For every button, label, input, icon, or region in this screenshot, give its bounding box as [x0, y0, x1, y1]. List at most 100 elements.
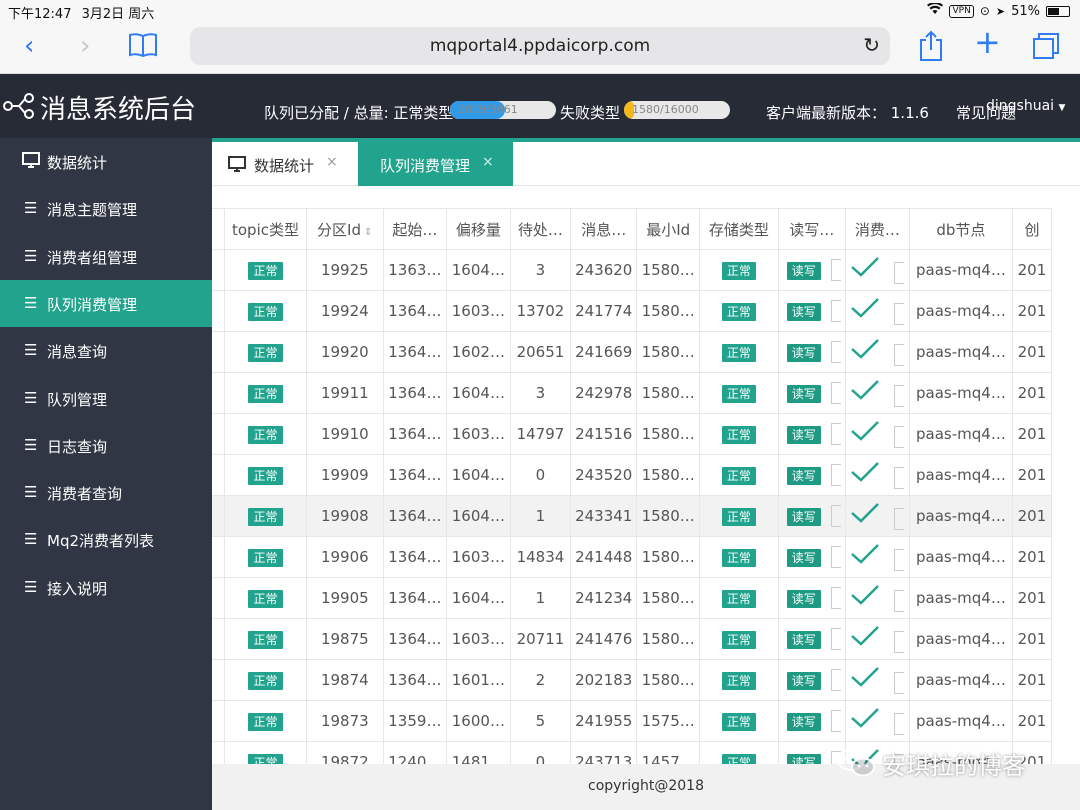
edit-box-icon[interactable]	[894, 672, 905, 695]
db-node-cell: paas-mq4…	[908, 290, 1013, 332]
offset-cell: 1603…	[445, 413, 511, 455]
edit-box-icon[interactable]	[894, 385, 905, 408]
monitor-icon	[22, 152, 40, 172]
list-icon: ☰	[24, 483, 38, 502]
table-row[interactable]: … 正常 199111364…1604…32429781580… 正常 读写 paas-m…	[212, 372, 1053, 414]
sidebar-item[interactable]: ☰ Mq2消费者列表	[0, 516, 212, 563]
read-write-toggle[interactable]	[830, 464, 841, 486]
column-header[interactable]: 最小Id	[636, 208, 700, 250]
sidebar-item-label: 日志查询	[47, 437, 108, 456]
normal-progress-text: 2009/3861	[458, 103, 518, 116]
sidebar-item[interactable]: ☰ 消息查询	[0, 327, 212, 374]
new-tab-icon[interactable]: +	[974, 26, 1001, 58]
column-header[interactable]: 消息…	[570, 208, 638, 250]
bookmarks-icon[interactable]	[128, 32, 158, 62]
close-icon[interactable]: ×	[482, 154, 494, 170]
address-bar[interactable]: mqportal4.ppdaicorp.com ↻	[190, 27, 890, 65]
read-write-toggle[interactable]	[830, 628, 841, 650]
queue-table-container[interactable]: 者topic类型分区Id ⇕ 起始… 偏移量待处…消息…最小Id 存储类型读写…消费……	[212, 208, 1080, 764]
sidebar-item[interactable]: ☰ 消息主题管理	[0, 185, 212, 232]
table-row[interactable]: … 正常 198731359…1600…52419551575… 正常 读写 paas-m…	[212, 700, 1053, 742]
read-write-toggle[interactable]	[830, 382, 841, 404]
sidebar-item-label: 数据统计	[47, 154, 108, 172]
read-write-toggle[interactable]	[830, 505, 841, 527]
column-header[interactable]: 偏移量	[445, 208, 511, 250]
edit-box-icon[interactable]	[894, 262, 905, 285]
sidebar-item[interactable]: 数据统计	[0, 138, 212, 185]
column-header-label: 起始…	[392, 220, 438, 239]
edit-box-icon[interactable]	[894, 713, 905, 736]
start-offset-cell: 1240…	[382, 741, 447, 764]
db-node-cell: paas-mq4…	[908, 454, 1013, 496]
column-header[interactable]: 消费…	[844, 208, 910, 250]
read-write-toggle[interactable]	[830, 710, 841, 732]
table-row[interactable]: … 正常 199201364…1602…206512416691580… 正常 读写 pa…	[212, 331, 1053, 373]
read-write-toggle[interactable]	[830, 259, 841, 281]
column-header[interactable]: 待处…	[509, 208, 572, 250]
edit-box-icon[interactable]	[894, 303, 905, 326]
check-icon	[850, 461, 880, 487]
table-row[interactable]: … 正常 199061364…1603…148342414481580… 正常 读写 pa…	[212, 536, 1053, 578]
close-icon[interactable]: ×	[326, 154, 338, 170]
table-row[interactable]: … 正常 199081364…1604…12433411580… 正常 读写 paas-m…	[212, 495, 1053, 537]
column-header[interactable]: 读写…	[777, 208, 846, 250]
sidebar-item[interactable]: ☰ 队列管理	[0, 375, 212, 422]
edit-box-icon[interactable]	[894, 590, 905, 613]
edit-box-icon[interactable]	[894, 344, 905, 367]
sidebar-item-label: 消费者组管理	[47, 248, 138, 267]
edit-box-icon[interactable]	[894, 508, 905, 531]
read-write-toggle[interactable]	[830, 300, 841, 322]
forward-icon[interactable]: ›	[80, 32, 90, 60]
min-id-cell: 1580…	[636, 618, 700, 660]
tab-queue-consume[interactable]: 队列消费管理 ×	[358, 142, 513, 186]
table-row[interactable]: … 正常 199101364…1603…147972415161580… 正常 读写 pa…	[212, 413, 1053, 455]
sidebar-item[interactable]: ☰ 队列消费管理	[0, 279, 212, 327]
tabs-overview-icon[interactable]	[1032, 32, 1060, 64]
table-row[interactable]: … 正常 198751364…1603…207112414761580… 正常 读写 pa…	[212, 618, 1053, 660]
column-header[interactable]: topic类型	[224, 208, 307, 250]
start-offset-cell: 1364…	[382, 454, 447, 496]
table-row[interactable]: … 正常 199241364…1603…137022417741580… 正常 读写 pa…	[212, 290, 1053, 332]
sidebar-item-label: 队列消费管理	[47, 295, 138, 314]
storage-type-cell: 正常	[699, 659, 779, 701]
column-header[interactable]: 创	[1011, 208, 1053, 250]
topic-type-tag: 正常	[248, 425, 283, 444]
tab-data-stats[interactable]: 数据统计 ×	[212, 142, 358, 186]
storage-type-tag: 正常	[721, 753, 756, 764]
column-header[interactable]: 者	[212, 208, 226, 250]
rotation-lock-icon: ⊙	[979, 4, 990, 18]
back-icon[interactable]: ‹	[24, 32, 34, 60]
column-header-label: 存储类型	[708, 220, 769, 239]
table-row[interactable]: … 正常 198741364…1601…22021831580… 正常 读写 paas-m…	[212, 659, 1053, 701]
reload-icon[interactable]: ↻	[863, 33, 880, 57]
column-header[interactable]: db节点	[908, 208, 1013, 250]
read-write-toggle[interactable]	[830, 423, 841, 445]
min-id-cell: 1580…	[636, 577, 700, 619]
edit-box-icon[interactable]	[894, 631, 905, 654]
read-write-toggle[interactable]	[830, 669, 841, 691]
user-menu[interactable]: dingshuai ▼	[986, 98, 1065, 114]
read-write-toggle[interactable]	[830, 546, 841, 568]
list-icon: ☰	[24, 341, 38, 360]
read-write-tag: 读写	[786, 671, 821, 690]
message-count-cell: 241774	[570, 290, 638, 332]
sidebar-item[interactable]: ☰ 接入说明	[0, 564, 212, 611]
edit-box-icon[interactable]	[894, 426, 905, 449]
share-icon[interactable]	[918, 30, 944, 66]
column-header[interactable]: 分区Id ⇕	[305, 208, 384, 250]
table-row[interactable]: … 正常 199251363…1604…32436201580… 正常 读写 paas-m…	[212, 249, 1053, 291]
edit-box-icon[interactable]	[894, 467, 905, 490]
sidebar-item[interactable]: ☰ 日志查询	[0, 422, 212, 469]
consume-cell	[844, 495, 910, 537]
sidebar-item[interactable]: ☰ 消费者查询	[0, 469, 212, 516]
read-write-toggle[interactable]	[830, 341, 841, 363]
edit-box-icon[interactable]	[894, 549, 905, 572]
read-write-toggle[interactable]	[830, 587, 841, 609]
table-header-row: 者 topic类型分区Id ⇕ 起始… 偏移量待处… 消息… 最小Id 存储类型 读写… 消费……	[212, 208, 1053, 250]
table-row[interactable]: … 正常 199051364…1604…12412341580… 正常 读写 paas-m…	[212, 577, 1053, 619]
column-header[interactable]: 存储类型	[699, 208, 779, 250]
sort-icon[interactable]: ⇕	[361, 227, 372, 238]
table-row[interactable]: … 正常 199091364…1604…02435201580… 正常 读写 paas-m…	[212, 454, 1053, 496]
sidebar-item[interactable]: ☰ 消费者组管理	[0, 233, 212, 280]
column-header[interactable]: 起始…	[382, 208, 447, 250]
